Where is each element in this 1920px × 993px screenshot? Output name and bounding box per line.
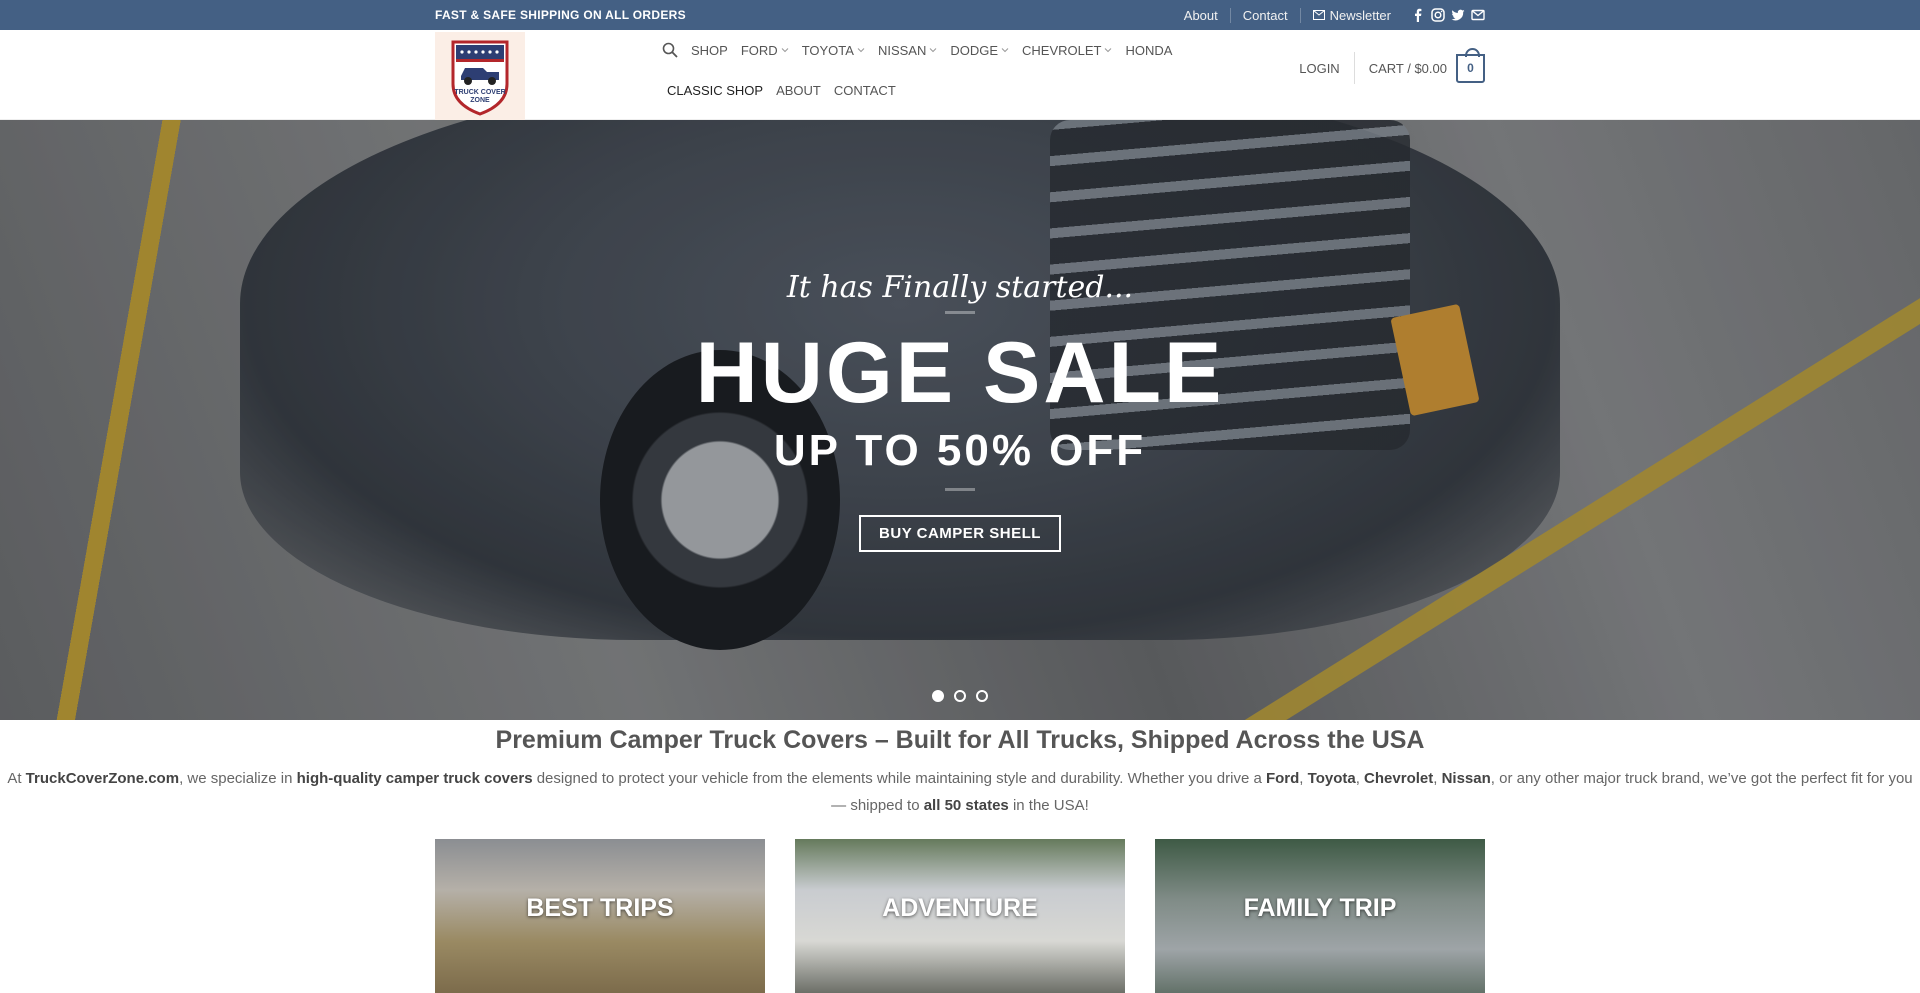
intro-text: , (1433, 770, 1442, 787)
card-adventure[interactable]: ADVENTURE (795, 839, 1125, 993)
nav-nissan-label: NISSAN (877, 42, 927, 58)
brand-ford: Ford (1265, 770, 1300, 787)
intro-paragraph: At TruckCoverZone.com, we specialize in … (0, 765, 1920, 819)
nav-nissan[interactable]: NISSAN (878, 43, 937, 58)
cart-link[interactable]: CART / $0.00 0 (1368, 47, 1485, 83)
shipping-notice: FAST & SAFE SHIPPING ON ALL ORDERS (435, 8, 686, 22)
hero-slider: It has Finally started... HUGE SALE UP T… (0, 120, 1920, 720)
hero-divider (945, 488, 975, 491)
chevron-down-icon (857, 48, 865, 53)
intro-text: , (1299, 770, 1308, 787)
nav-honda[interactable]: HONDA (1125, 43, 1172, 58)
main-nav-row-2: CLASSIC SHOP ABOUT CONTACT (662, 70, 1222, 110)
cart-count-badge: 0 (1456, 47, 1485, 83)
hero-divider (945, 311, 975, 314)
instagram-icon[interactable] (1431, 8, 1445, 22)
nav-honda-label: HONDA (1125, 42, 1173, 58)
nav-dodge[interactable]: DODGE (950, 43, 1009, 58)
twitter-icon[interactable] (1451, 8, 1465, 22)
search-icon[interactable] (662, 42, 678, 58)
about-link[interactable]: About (1172, 8, 1230, 23)
nav-chevrolet[interactable]: CHEVROLET (1022, 43, 1112, 58)
chevron-down-icon (1105, 48, 1112, 53)
cart-label: CART / $0.00 (1368, 60, 1447, 76)
truck-cover-zone-logo: TRUCK COVER ZONE (451, 40, 509, 116)
nav-dodge-label: DODGE (950, 42, 999, 58)
svg-text:ZONE: ZONE (470, 97, 490, 104)
intro-text: , (1355, 770, 1365, 787)
intro-text: designed to protect your vehicle from th… (532, 770, 1266, 787)
nav-ford-label: FORD (740, 42, 778, 58)
site-logo[interactable]: TRUCK COVER ZONE (435, 32, 525, 120)
email-icon[interactable] (1471, 8, 1485, 22)
nav-classic-shop[interactable]: CLASSIC SHOP (667, 83, 763, 98)
intro-text: in the USA! (1008, 797, 1089, 814)
brand-toyota: Toyota (1307, 770, 1356, 787)
facebook-icon[interactable] (1411, 8, 1425, 22)
svg-text:TRUCK COVER: TRUCK COVER (454, 89, 505, 96)
main-nav-row-1: SHOP FORD TOYOTA NISSAN DODGE CHEVROLET … (662, 30, 1222, 70)
nav-contact[interactable]: CONTACT (834, 83, 896, 98)
nav-toyota[interactable]: TOYOTA (802, 43, 865, 58)
slider-dots (0, 690, 1920, 702)
intro-text: , we specialize in (179, 770, 297, 787)
social-icons (1411, 8, 1485, 22)
intro-highlight: high-quality camper truck covers (296, 770, 533, 787)
header-actions: LOGIN CART / $0.00 0 (1299, 47, 1485, 84)
intro-text: At (7, 770, 26, 787)
nav-chevrolet-label: CHEVROLET (1022, 42, 1102, 58)
slider-dot-2[interactable] (954, 690, 966, 702)
envelope-icon (1312, 10, 1325, 20)
newsletter-link[interactable]: Newsletter (1299, 7, 1403, 23)
contact-link[interactable]: Contact (1229, 7, 1300, 23)
nav-ford[interactable]: FORD (741, 43, 789, 58)
card-label: BEST TRIPS (526, 894, 674, 922)
nav-about[interactable]: ABOUT (776, 83, 821, 98)
intro-section: Premium Camper Truck Covers – Built for … (0, 720, 1920, 819)
top-bar: FAST & SAFE SHIPPING ON ALL ORDERS About… (0, 0, 1920, 30)
intro-highlight: all 50 states (923, 797, 1009, 814)
newsletter-label: Newsletter (1329, 7, 1391, 23)
login-link[interactable]: LOGIN (1299, 52, 1355, 84)
hero-script-text: It has Finally started... (786, 270, 1134, 305)
card-family-trip[interactable]: FAMILY TRIP (1155, 839, 1485, 993)
chevron-down-icon (1001, 48, 1009, 53)
card-label: FAMILY TRIP (1243, 894, 1397, 922)
buy-camper-shell-button[interactable]: BUY CAMPER SHELL (859, 515, 1061, 552)
site-header: TRUCK COVER ZONE SHOP FORD TOYOTA NISSAN… (0, 30, 1920, 120)
card-label: ADVENTURE (882, 894, 1038, 922)
hero-title: HUGE SALE (695, 325, 1225, 421)
category-cards: BEST TRIPS ADVENTURE FAMILY TRIP (435, 839, 1485, 993)
intro-heading: Premium Camper Truck Covers – Built for … (495, 726, 1425, 754)
nav-shop[interactable]: SHOP (691, 43, 728, 58)
hero-subtitle: UP TO 50% OFF (773, 426, 1147, 475)
hero-content: It has Finally started... HUGE SALE UP T… (0, 270, 1920, 552)
chevron-down-icon (929, 48, 937, 53)
brand-chevrolet: Chevrolet (1364, 770, 1434, 787)
nav-shop-label: SHOP (691, 42, 728, 58)
slider-dot-3[interactable] (976, 690, 988, 702)
slider-dot-1[interactable] (932, 690, 944, 702)
card-best-trips[interactable]: BEST TRIPS (435, 839, 765, 993)
brand-nissan: Nissan (1441, 770, 1491, 787)
intro-site-name: TruckCoverZone.com (25, 770, 180, 787)
main-nav: SHOP FORD TOYOTA NISSAN DODGE CHEVROLET … (662, 30, 1222, 110)
chevron-down-icon (781, 48, 789, 53)
top-bar-links: About Contact Newsletter (1172, 7, 1485, 23)
nav-toyota-label: TOYOTA (801, 42, 854, 58)
